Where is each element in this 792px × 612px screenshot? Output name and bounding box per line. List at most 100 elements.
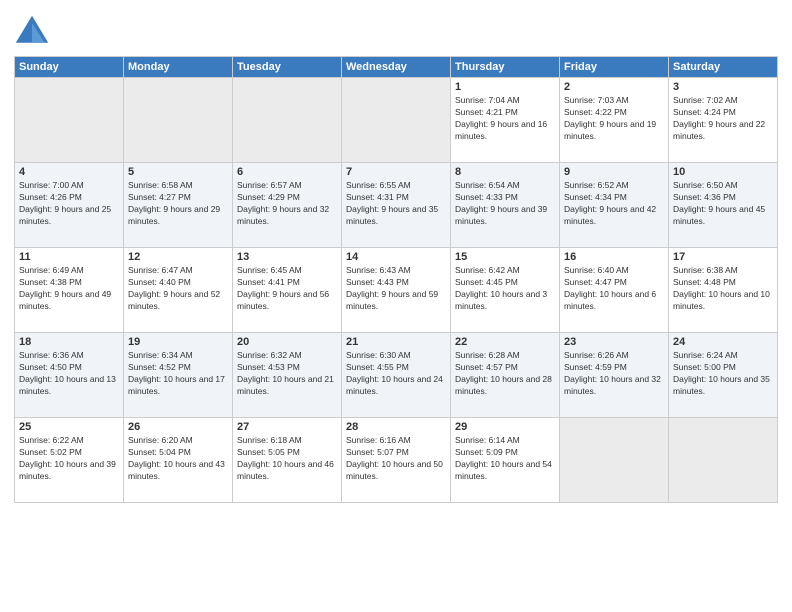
- day-info: Sunrise: 6:38 AMSunset: 4:48 PMDaylight:…: [673, 265, 773, 313]
- day-number: 14: [346, 251, 446, 263]
- page: SundayMondayTuesdayWednesdayThursdayFrid…: [0, 0, 792, 612]
- calendar-cell: [342, 78, 451, 163]
- day-info: Sunrise: 6:26 AMSunset: 4:59 PMDaylight:…: [564, 350, 664, 398]
- calendar-cell: [124, 78, 233, 163]
- day-number: 2: [564, 81, 664, 93]
- day-number: 28: [346, 421, 446, 433]
- calendar-cell: 4 Sunrise: 7:00 AMSunset: 4:26 PMDaylight…: [15, 163, 124, 248]
- day-number: 12: [128, 251, 228, 263]
- day-number: 18: [19, 336, 119, 348]
- day-info: Sunrise: 6:55 AMSunset: 4:31 PMDaylight:…: [346, 180, 446, 228]
- calendar-cell: 28 Sunrise: 6:16 AMSunset: 5:07 PMDayligh…: [342, 418, 451, 503]
- day-info: Sunrise: 6:47 AMSunset: 4:40 PMDaylight:…: [128, 265, 228, 313]
- calendar-cell: 11 Sunrise: 6:49 AMSunset: 4:38 PMDayligh…: [15, 248, 124, 333]
- day-info: Sunrise: 6:14 AMSunset: 5:09 PMDaylight:…: [455, 435, 555, 483]
- day-info: Sunrise: 6:43 AMSunset: 4:43 PMDaylight:…: [346, 265, 446, 313]
- day-number: 8: [455, 166, 555, 178]
- calendar-week-row: 1 Sunrise: 7:04 AMSunset: 4:21 PMDaylight…: [15, 78, 778, 163]
- day-info: Sunrise: 6:32 AMSunset: 4:53 PMDaylight:…: [237, 350, 337, 398]
- day-number: 13: [237, 251, 337, 263]
- day-info: Sunrise: 6:50 AMSunset: 4:36 PMDaylight:…: [673, 180, 773, 228]
- calendar-cell: 3 Sunrise: 7:02 AMSunset: 4:24 PMDaylight…: [669, 78, 778, 163]
- day-info: Sunrise: 7:04 AMSunset: 4:21 PMDaylight:…: [455, 95, 555, 143]
- day-number: 7: [346, 166, 446, 178]
- calendar-cell: 12 Sunrise: 6:47 AMSunset: 4:40 PMDayligh…: [124, 248, 233, 333]
- calendar: SundayMondayTuesdayWednesdayThursdayFrid…: [14, 56, 778, 503]
- calendar-cell: 9 Sunrise: 6:52 AMSunset: 4:34 PMDaylight…: [560, 163, 669, 248]
- day-number: 17: [673, 251, 773, 263]
- day-number: 9: [564, 166, 664, 178]
- day-number: 4: [19, 166, 119, 178]
- calendar-cell: 27 Sunrise: 6:18 AMSunset: 5:05 PMDayligh…: [233, 418, 342, 503]
- day-number: 21: [346, 336, 446, 348]
- calendar-cell: 18 Sunrise: 6:36 AMSunset: 4:50 PMDayligh…: [15, 333, 124, 418]
- day-info: Sunrise: 6:45 AMSunset: 4:41 PMDaylight:…: [237, 265, 337, 313]
- calendar-week-row: 18 Sunrise: 6:36 AMSunset: 4:50 PMDayligh…: [15, 333, 778, 418]
- day-info: Sunrise: 7:02 AMSunset: 4:24 PMDaylight:…: [673, 95, 773, 143]
- day-number: 25: [19, 421, 119, 433]
- day-info: Sunrise: 6:54 AMSunset: 4:33 PMDaylight:…: [455, 180, 555, 228]
- calendar-cell: 10 Sunrise: 6:50 AMSunset: 4:36 PMDayligh…: [669, 163, 778, 248]
- day-number: 5: [128, 166, 228, 178]
- calendar-cell: 25 Sunrise: 6:22 AMSunset: 5:02 PMDayligh…: [15, 418, 124, 503]
- calendar-week-row: 25 Sunrise: 6:22 AMSunset: 5:02 PMDayligh…: [15, 418, 778, 503]
- day-number: 15: [455, 251, 555, 263]
- calendar-cell: [669, 418, 778, 503]
- day-info: Sunrise: 6:49 AMSunset: 4:38 PMDaylight:…: [19, 265, 119, 313]
- calendar-cell: 7 Sunrise: 6:55 AMSunset: 4:31 PMDaylight…: [342, 163, 451, 248]
- calendar-cell: 16 Sunrise: 6:40 AMSunset: 4:47 PMDayligh…: [560, 248, 669, 333]
- weekday-header-row: SundayMondayTuesdayWednesdayThursdayFrid…: [15, 57, 778, 78]
- calendar-cell: [560, 418, 669, 503]
- day-number: 10: [673, 166, 773, 178]
- day-number: 26: [128, 421, 228, 433]
- day-info: Sunrise: 6:57 AMSunset: 4:29 PMDaylight:…: [237, 180, 337, 228]
- day-info: Sunrise: 7:00 AMSunset: 4:26 PMDaylight:…: [19, 180, 119, 228]
- day-info: Sunrise: 6:24 AMSunset: 5:00 PMDaylight:…: [673, 350, 773, 398]
- day-number: 20: [237, 336, 337, 348]
- calendar-cell: [15, 78, 124, 163]
- day-info: Sunrise: 6:36 AMSunset: 4:50 PMDaylight:…: [19, 350, 119, 398]
- calendar-cell: 13 Sunrise: 6:45 AMSunset: 4:41 PMDayligh…: [233, 248, 342, 333]
- day-info: Sunrise: 6:18 AMSunset: 5:05 PMDaylight:…: [237, 435, 337, 483]
- calendar-cell: 8 Sunrise: 6:54 AMSunset: 4:33 PMDaylight…: [451, 163, 560, 248]
- calendar-cell: 22 Sunrise: 6:28 AMSunset: 4:57 PMDayligh…: [451, 333, 560, 418]
- calendar-cell: 26 Sunrise: 6:20 AMSunset: 5:04 PMDayligh…: [124, 418, 233, 503]
- day-info: Sunrise: 6:52 AMSunset: 4:34 PMDaylight:…: [564, 180, 664, 228]
- calendar-cell: 15Sunrise: 6:42 AMSunset: 4:45 PMDayligh…: [451, 248, 560, 333]
- day-info: Sunrise: 6:20 AMSunset: 5:04 PMDaylight:…: [128, 435, 228, 483]
- day-info: Sunrise: 6:40 AMSunset: 4:47 PMDaylight:…: [564, 265, 664, 313]
- day-number: 1: [455, 81, 555, 93]
- day-number: 3: [673, 81, 773, 93]
- day-number: 6: [237, 166, 337, 178]
- day-info: Sunrise: 6:34 AMSunset: 4:52 PMDaylight:…: [128, 350, 228, 398]
- weekday-header: Tuesday: [233, 57, 342, 78]
- day-info: Sunrise: 6:58 AMSunset: 4:27 PMDaylight:…: [128, 180, 228, 228]
- calendar-cell: 20 Sunrise: 6:32 AMSunset: 4:53 PMDayligh…: [233, 333, 342, 418]
- day-info: Sunrise: 6:30 AMSunset: 4:55 PMDaylight:…: [346, 350, 446, 398]
- day-number: 29: [455, 421, 555, 433]
- day-info: Sunrise: 6:28 AMSunset: 4:57 PMDaylight:…: [455, 350, 555, 398]
- day-number: 16: [564, 251, 664, 263]
- day-number: 19: [128, 336, 228, 348]
- day-info: Sunrise: 7:03 AMSunset: 4:22 PMDaylight:…: [564, 95, 664, 143]
- calendar-cell: 2 Sunrise: 7:03 AMSunset: 4:22 PMDaylight…: [560, 78, 669, 163]
- calendar-week-row: 4 Sunrise: 7:00 AMSunset: 4:26 PMDaylight…: [15, 163, 778, 248]
- calendar-cell: 1 Sunrise: 7:04 AMSunset: 4:21 PMDaylight…: [451, 78, 560, 163]
- calendar-cell: 24Sunrise: 6:24 AMSunset: 5:00 PMDayligh…: [669, 333, 778, 418]
- day-info: Sunrise: 6:22 AMSunset: 5:02 PMDaylight:…: [19, 435, 119, 483]
- calendar-cell: 6 Sunrise: 6:57 AMSunset: 4:29 PMDaylight…: [233, 163, 342, 248]
- calendar-week-row: 11 Sunrise: 6:49 AMSunset: 4:38 PMDayligh…: [15, 248, 778, 333]
- day-number: 11: [19, 251, 119, 263]
- calendar-cell: 17 Sunrise: 6:38 AMSunset: 4:48 PMDayligh…: [669, 248, 778, 333]
- calendar-cell: 19 Sunrise: 6:34 AMSunset: 4:52 PMDayligh…: [124, 333, 233, 418]
- calendar-cell: 5 Sunrise: 6:58 AMSunset: 4:27 PMDaylight…: [124, 163, 233, 248]
- day-number: 27: [237, 421, 337, 433]
- calendar-cell: 21 Sunrise: 6:30 AMSunset: 4:55 PMDayligh…: [342, 333, 451, 418]
- calendar-cell: 23Sunrise: 6:26 AMSunset: 4:59 PMDayligh…: [560, 333, 669, 418]
- weekday-header: Thursday: [451, 57, 560, 78]
- weekday-header: Wednesday: [342, 57, 451, 78]
- weekday-header: Saturday: [669, 57, 778, 78]
- header: [14, 10, 778, 50]
- day-number: 22: [455, 336, 555, 348]
- day-info: Sunrise: 6:16 AMSunset: 5:07 PMDaylight:…: [346, 435, 446, 483]
